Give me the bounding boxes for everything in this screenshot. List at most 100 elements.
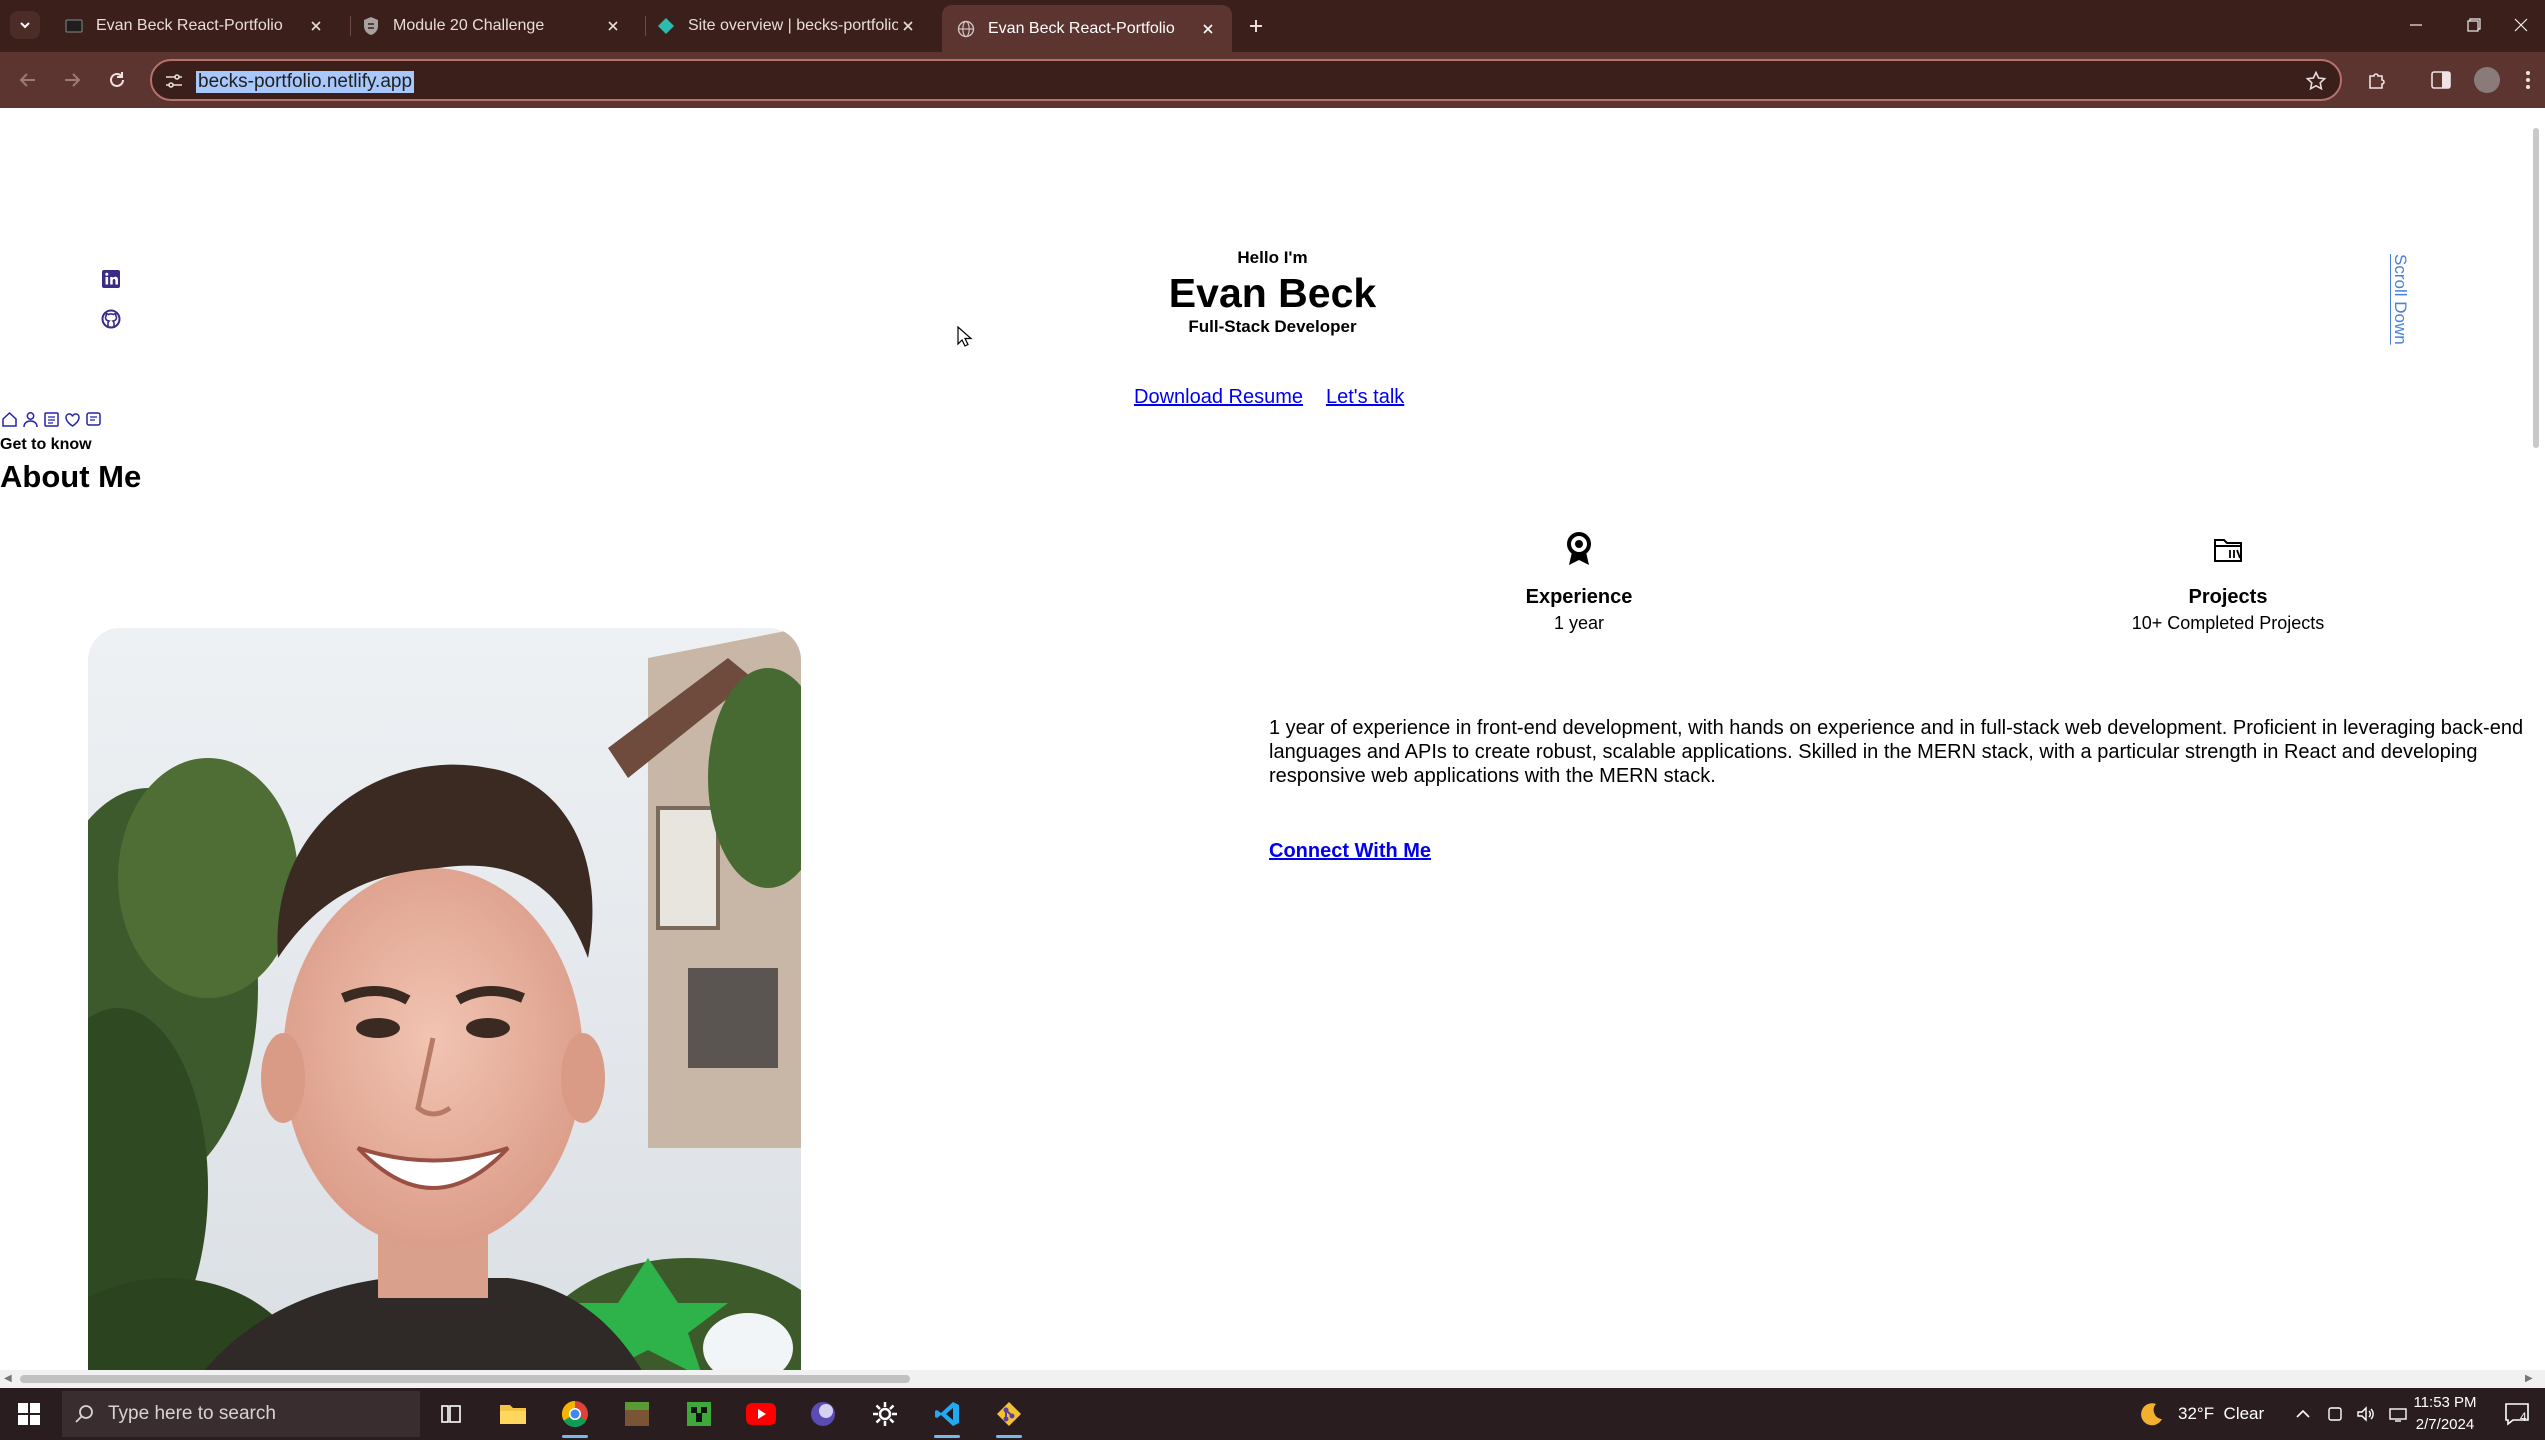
forward-button[interactable] xyxy=(56,64,88,96)
scroll-left-arrow-icon[interactable]: ◀ xyxy=(4,1373,16,1385)
device-icon[interactable] xyxy=(2327,1406,2343,1422)
app-orb-icon xyxy=(811,1402,835,1426)
award-icon xyxy=(1567,532,1591,565)
horizontal-scrollbar[interactable]: ◀ ▶ xyxy=(0,1370,2545,1388)
grass-block-icon xyxy=(625,1402,649,1426)
weather-widget[interactable]: 32°F Clear xyxy=(2138,1388,2264,1440)
experience-value: 1 year xyxy=(1553,613,1605,633)
horizontal-scroll-thumb[interactable] xyxy=(20,1375,910,1383)
home-icon[interactable] xyxy=(0,410,19,429)
reload-icon xyxy=(110,72,124,87)
side-panel-icon xyxy=(2431,71,2451,89)
projects-title: Projects xyxy=(2188,586,2268,608)
chevron-up-icon[interactable] xyxy=(2295,1406,2311,1422)
connect-with-me-link[interactable]: Connect With Me xyxy=(1269,840,1431,863)
profile-avatar[interactable] xyxy=(2472,65,2502,95)
hero-name: Evan Beck xyxy=(1168,270,1377,316)
site-settings-icon[interactable] xyxy=(162,69,186,93)
creeper-app-button[interactable] xyxy=(670,1388,728,1440)
search-placeholder: Type here to search xyxy=(108,1403,276,1424)
tab-module-20[interactable]: Module 20 Challenge xyxy=(347,5,637,47)
browser-tab-strip: Evan Beck React-Portfolio Module 20 Chal… xyxy=(0,0,2545,52)
tab-search-button[interactable] xyxy=(10,11,40,39)
plus-icon xyxy=(1250,20,1262,32)
minecraft-button[interactable] xyxy=(608,1388,666,1440)
git-client-button[interactable] xyxy=(980,1388,1038,1440)
clock-date: 2/7/2024 xyxy=(2415,1416,2475,1433)
arrow-right-icon xyxy=(65,73,81,87)
scroll-right-arrow-icon[interactable]: ▶ xyxy=(2525,1373,2537,1385)
tab-label: Evan Beck React-Portfolio xyxy=(988,19,1175,37)
experience-title: Experience xyxy=(1525,586,1633,608)
browser-menu-button[interactable] xyxy=(2518,65,2538,95)
settings-button[interactable] xyxy=(856,1388,914,1440)
notification-center-button[interactable]: 4 xyxy=(2492,1388,2542,1440)
services-icon[interactable] xyxy=(63,410,82,429)
system-tray xyxy=(2295,1388,2407,1440)
tab-evan-beck-portfolio-active[interactable]: Evan Beck React-Portfolio xyxy=(942,5,1232,52)
lets-talk-link[interactable]: Let's talk xyxy=(1326,386,1404,409)
side-panel-button[interactable] xyxy=(2426,65,2456,95)
experience-card: Experience 1 year xyxy=(1379,530,1779,634)
avatar xyxy=(2474,67,2500,93)
reload-button[interactable] xyxy=(101,64,133,96)
windows-taskbar: Type here to search 32°F Clear 11:53 PM … xyxy=(0,1388,2545,1440)
tab-label: Module 20 Challenge xyxy=(393,17,545,34)
scroll-down-link[interactable]: Scroll Down xyxy=(2380,254,2410,354)
minimize-button[interactable] xyxy=(2387,0,2445,50)
search-icon xyxy=(75,1405,93,1423)
netlify-icon xyxy=(656,16,676,36)
close-window-button[interactable] xyxy=(2492,0,2545,50)
taskbar-search-box[interactable]: Type here to search xyxy=(62,1391,420,1437)
bookmark-star-icon[interactable] xyxy=(2304,69,2328,93)
arrow-left-icon xyxy=(19,73,35,87)
tab-label: Evan Beck React-Portfolio xyxy=(96,17,283,34)
page-favicon-icon xyxy=(64,16,84,36)
chrome-icon xyxy=(561,1400,588,1428)
chrome-taskbar-button[interactable] xyxy=(546,1388,604,1440)
folder-icon xyxy=(2214,539,2242,562)
download-resume-link[interactable]: Download Resume xyxy=(1134,386,1303,409)
vertical-scrollbar[interactable] xyxy=(2527,108,2545,1370)
close-icon[interactable] xyxy=(306,16,326,36)
taskbar-clock[interactable]: 11:53 PM 2/7/2024 xyxy=(2400,1392,2490,1436)
about-subtitle: Get to know xyxy=(0,436,92,453)
profile-photo xyxy=(88,628,801,1370)
close-icon[interactable] xyxy=(603,16,623,36)
projects-card: Projects 10+ Completed Projects xyxy=(2028,530,2428,634)
vertical-scroll-thumb[interactable] xyxy=(2533,128,2539,448)
projects-value: 10+ Completed Projects xyxy=(2131,613,2325,633)
file-explorer-button[interactable] xyxy=(484,1388,542,1440)
volume-icon[interactable] xyxy=(2357,1406,2375,1422)
hero-role: Full-Stack Developer xyxy=(1188,317,1357,336)
back-button[interactable] xyxy=(12,64,44,96)
hero-greeting: Hello I'm xyxy=(1237,248,1308,267)
start-button[interactable] xyxy=(0,1388,58,1440)
clock-time: 11:53 PM xyxy=(2413,1394,2477,1411)
chevron-down-icon xyxy=(20,22,30,29)
folder-icon xyxy=(500,1405,526,1424)
tab-evan-beck-portfolio-1[interactable]: Evan Beck React-Portfolio xyxy=(50,5,340,47)
extensions-button[interactable] xyxy=(2362,65,2392,95)
user-icon[interactable] xyxy=(21,410,40,429)
tab-netlify-site-overview[interactable]: Site overview | becks-portfolio | xyxy=(642,5,932,47)
url-text[interactable]: becks-portfolio.netlify.app xyxy=(196,71,415,93)
task-view-button[interactable] xyxy=(422,1388,480,1440)
git-icon xyxy=(997,1402,1021,1426)
puzzle-icon xyxy=(2369,73,2385,89)
more-vertical-icon xyxy=(2526,71,2530,89)
restore-icon xyxy=(2467,18,2481,32)
close-icon[interactable] xyxy=(898,16,918,36)
message-icon[interactable] xyxy=(84,410,103,429)
windows-logo-icon xyxy=(18,1403,40,1425)
new-tab-button[interactable] xyxy=(1242,12,1270,40)
creeper-icon xyxy=(687,1402,711,1426)
address-bar[interactable]: becks-portfolio.netlify.app xyxy=(150,59,2342,101)
youtube-button[interactable] xyxy=(732,1388,790,1440)
book-icon[interactable] xyxy=(42,410,61,429)
task-view-icon xyxy=(441,1405,461,1423)
close-icon[interactable] xyxy=(1198,19,1218,39)
app-button[interactable] xyxy=(794,1388,852,1440)
vscode-button[interactable] xyxy=(918,1388,976,1440)
minimize-icon xyxy=(2410,24,2422,26)
